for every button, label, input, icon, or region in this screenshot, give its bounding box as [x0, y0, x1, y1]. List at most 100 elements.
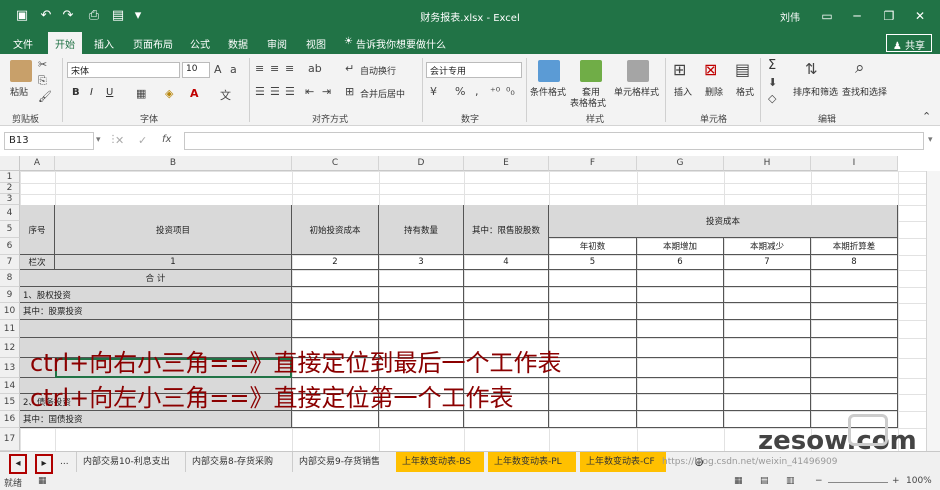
conditional-format-icon[interactable]: [538, 60, 560, 82]
data-cell[interactable]: [724, 320, 811, 338]
collapse-ribbon-icon[interactable]: ⌃: [922, 110, 931, 123]
vertical-scrollbar[interactable]: [926, 171, 940, 451]
decrease-indent-icon[interactable]: ⇤: [305, 85, 314, 98]
page-break-view-icon[interactable]: ▥: [786, 476, 795, 486]
row-header-7[interactable]: 7: [0, 255, 20, 270]
column-number-cell[interactable]: 6: [637, 255, 724, 270]
column-number-cell[interactable]: 1: [55, 255, 292, 270]
data-cell[interactable]: [292, 270, 379, 287]
row-header-6[interactable]: 6: [0, 238, 20, 255]
item-label-cell[interactable]: 其中：股票投资: [20, 303, 292, 320]
data-cell[interactable]: [379, 270, 464, 287]
row-header-2[interactable]: 2: [0, 183, 20, 194]
minimize-icon[interactable]: ─: [845, 6, 869, 26]
close-icon[interactable]: ✕: [908, 6, 932, 26]
sheet-tab-internal-9[interactable]: 内部交易9-存货销售: [292, 452, 386, 472]
borders-icon[interactable]: ▦: [136, 87, 146, 100]
row-header-3[interactable]: 3: [0, 194, 20, 205]
tab-page-layout[interactable]: 页面布局: [133, 36, 173, 51]
tab-insert[interactable]: 插入: [94, 36, 114, 51]
column-header-a[interactable]: A: [20, 156, 55, 171]
data-cell[interactable]: [549, 358, 637, 378]
sheet-tab-pl[interactable]: 上年数变动表-PL: [488, 452, 576, 472]
zoom-slider[interactable]: [828, 482, 888, 483]
increase-decimal-icon[interactable]: ⁺⁰: [490, 85, 500, 98]
header-invest-cost[interactable]: 投资成本: [549, 205, 898, 238]
row-header-14[interactable]: 14: [0, 378, 20, 394]
row-header-12[interactable]: 12: [0, 338, 20, 358]
confirm-entry-icon[interactable]: ✓: [138, 134, 147, 147]
format-as-table-icon[interactable]: [580, 60, 602, 82]
data-cell[interactable]: [292, 320, 379, 338]
sheet-tab-internal-8[interactable]: 内部交易8-存货采购: [185, 452, 279, 472]
wrap-text-button[interactable]: 自动换行: [360, 64, 396, 77]
insert-cells-icon[interactable]: ⊞: [673, 60, 686, 79]
data-cell[interactable]: [724, 378, 811, 394]
data-cell[interactable]: [811, 303, 898, 320]
item-label-cell[interactable]: 其中：国债投资: [20, 411, 292, 428]
underline-button[interactable]: U: [106, 87, 113, 98]
data-cell[interactable]: [637, 287, 724, 303]
sheet-tab-cf[interactable]: 上年数变动表-CF: [580, 452, 666, 472]
tab-view[interactable]: 视图: [306, 36, 326, 51]
align-center-icon[interactable]: ☰: [270, 85, 280, 98]
fill-color-icon[interactable]: ◈: [165, 87, 173, 100]
column-header-h[interactable]: H: [724, 156, 811, 171]
cell-styles-button[interactable]: 单元格样式: [614, 85, 659, 98]
total-cell[interactable]: 合 计: [20, 270, 292, 287]
tab-data[interactable]: 数据: [228, 36, 248, 51]
data-cell[interactable]: [292, 303, 379, 320]
header-conv[interactable]: 本期折算差: [811, 238, 898, 255]
tell-me-box[interactable]: 告诉我你想要做什么: [356, 36, 446, 51]
row-header-11[interactable]: 11: [0, 320, 20, 338]
column-number-cell[interactable]: 2: [292, 255, 379, 270]
data-cell[interactable]: [637, 358, 724, 378]
cell-styles-icon[interactable]: [627, 60, 649, 82]
data-cell[interactable]: [549, 378, 637, 394]
column-header-c[interactable]: C: [292, 156, 379, 171]
data-cell[interactable]: [637, 378, 724, 394]
header-begin[interactable]: 年初数: [549, 238, 637, 255]
autosum-button[interactable]: Σ: [768, 58, 776, 73]
column-number-cell[interactable]: 3: [379, 255, 464, 270]
data-cell[interactable]: [292, 411, 379, 428]
font-color-icon[interactable]: A: [190, 87, 199, 100]
row-header-16[interactable]: 16: [0, 411, 20, 428]
data-cell[interactable]: [464, 270, 549, 287]
zoom-in-icon[interactable]: +: [892, 476, 900, 486]
data-cell[interactable]: [811, 270, 898, 287]
data-cell[interactable]: [724, 287, 811, 303]
data-cell[interactable]: [811, 394, 898, 411]
row-header-17[interactable]: 17: [0, 428, 20, 451]
tab-home[interactable]: 开始: [48, 32, 82, 54]
column-number-cell[interactable]: 7: [724, 255, 811, 270]
align-bottom-icon[interactable]: ≡: [285, 62, 294, 75]
italic-button[interactable]: I: [90, 87, 93, 98]
data-cell[interactable]: [379, 411, 464, 428]
expand-formula-bar-icon[interactable]: ▾: [928, 135, 933, 145]
data-cell[interactable]: [637, 394, 724, 411]
find-select-icon[interactable]: ⌕: [855, 58, 865, 78]
page-layout-view-icon[interactable]: ▤: [760, 476, 769, 486]
data-cell[interactable]: [811, 358, 898, 378]
data-cell[interactable]: [379, 320, 464, 338]
tab-review[interactable]: 审阅: [267, 36, 287, 51]
phonetic-icon[interactable]: 文: [220, 87, 231, 103]
data-cell[interactable]: [379, 287, 464, 303]
data-cell[interactable]: [464, 411, 549, 428]
clear-icon[interactable]: ◇: [768, 92, 776, 105]
number-format-combo[interactable]: 会计专用: [426, 62, 522, 78]
row-header-4[interactable]: 4: [0, 205, 20, 221]
column-number-cell[interactable]: 8: [811, 255, 898, 270]
data-cell[interactable]: [811, 287, 898, 303]
merge-center-button[interactable]: 合并后居中: [360, 87, 405, 100]
data-cell[interactable]: [811, 338, 898, 358]
data-cell[interactable]: [724, 270, 811, 287]
column-header-b[interactable]: B: [55, 156, 292, 171]
worksheet-grid[interactable]: ABCDEFGHI 1 2 3 4 5 6 7 8 9 10 11 12 13 14 15 16 17 序号 投资…: [0, 156, 940, 456]
align-middle-icon[interactable]: ≡: [270, 62, 279, 75]
currency-icon[interactable]: ¥: [430, 85, 437, 98]
column-header-g[interactable]: G: [637, 156, 724, 171]
row-header-13[interactable]: 13: [0, 358, 20, 378]
format-cells-button[interactable]: 格式: [736, 85, 754, 98]
